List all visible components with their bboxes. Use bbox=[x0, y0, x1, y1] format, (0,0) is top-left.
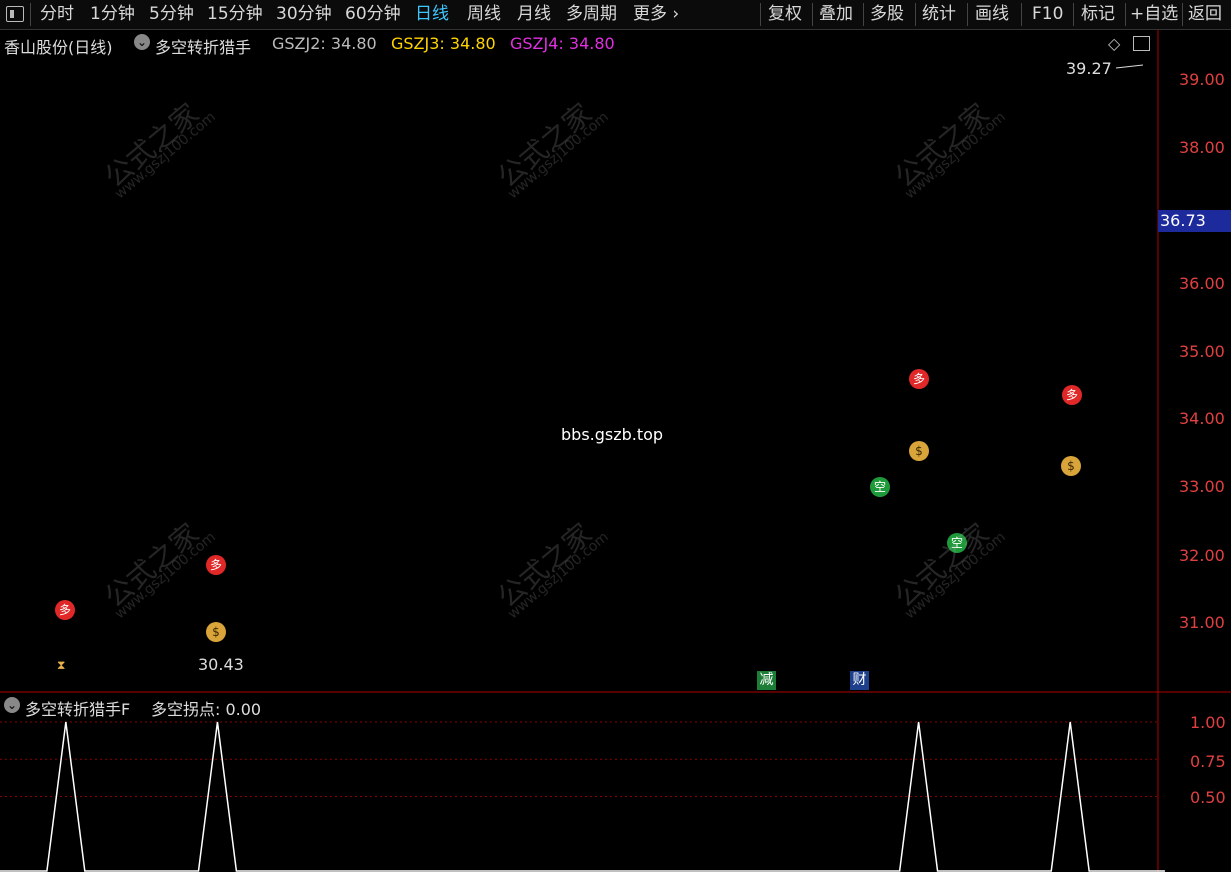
short-signal-marker: 空 bbox=[947, 533, 967, 553]
money-bag-icon: $ bbox=[909, 441, 929, 461]
mark-button[interactable]: 标记 bbox=[1081, 0, 1115, 29]
period-tab-60min[interactable]: 60分钟 bbox=[345, 0, 401, 29]
diamond-icon[interactable]: ◇ bbox=[1108, 34, 1120, 53]
price-label: 36.00 bbox=[1179, 274, 1225, 293]
stats-button[interactable]: 统计 bbox=[922, 0, 956, 29]
period-tab-5min[interactable]: 5分钟 bbox=[149, 0, 194, 29]
adjust-button[interactable]: 复权 bbox=[768, 0, 802, 29]
price-label: 34.00 bbox=[1179, 409, 1225, 428]
hourglass-icon: ⧗ bbox=[57, 658, 66, 672]
reduce-tag[interactable]: 减 bbox=[757, 671, 776, 690]
period-toolbar: 分时 1分钟 5分钟 15分钟 30分钟 60分钟 日线 周线 月线 多周期 更… bbox=[0, 0, 1231, 30]
gszj3-label: GSZJ3: 34.80 bbox=[391, 34, 496, 53]
sub-axis-label: 0.50 bbox=[1190, 788, 1226, 807]
stock-title: 香山股份(日线) bbox=[4, 38, 113, 57]
money-bag-icon: $ bbox=[1061, 456, 1081, 476]
price-label: 38.00 bbox=[1179, 138, 1225, 157]
gszj2-label: GSZJ2: 34.80 bbox=[272, 34, 377, 53]
overlay-button[interactable]: 叠加 bbox=[819, 0, 853, 29]
period-tab-multi[interactable]: 多周期 bbox=[566, 0, 617, 29]
high-price-note: 39.27 bbox=[1066, 59, 1112, 78]
back-button[interactable]: 返回 bbox=[1188, 0, 1222, 29]
sub-toggle-icon[interactable]: ⌄ bbox=[4, 697, 20, 713]
gszj4-label: GSZJ4: 34.80 bbox=[510, 34, 615, 53]
current-price-tag: 36.73 bbox=[1158, 210, 1231, 232]
add-watchlist-button[interactable]: +自选 bbox=[1130, 0, 1178, 29]
sub-indicator-name[interactable]: 多空转折猎手F bbox=[25, 696, 130, 720]
indicator-name[interactable]: 多空转折猎手 bbox=[155, 34, 251, 58]
long-signal-marker: 多 bbox=[206, 555, 226, 575]
indicator-toggle-icon[interactable]: ⌄ bbox=[134, 34, 150, 50]
period-tab-timeshare[interactable]: 分时 bbox=[40, 0, 74, 29]
period-tab-1min[interactable]: 1分钟 bbox=[90, 0, 135, 29]
period-tab-monthly[interactable]: 月线 bbox=[517, 0, 551, 29]
period-tab-daily[interactable]: 日线 bbox=[415, 0, 449, 29]
sub-axis-label: 0.75 bbox=[1190, 752, 1226, 771]
high-note-arrow bbox=[1115, 64, 1144, 69]
period-tab-weekly[interactable]: 周线 bbox=[467, 0, 501, 29]
low-price-note: 30.43 bbox=[198, 655, 244, 674]
price-label: 31.00 bbox=[1179, 613, 1225, 632]
main-chart[interactable] bbox=[0, 30, 1231, 693]
finance-tag[interactable]: 财 bbox=[850, 671, 869, 690]
more-menu[interactable]: 更多 › bbox=[633, 0, 679, 29]
price-label: 35.00 bbox=[1179, 342, 1225, 361]
f10-button[interactable]: F10 bbox=[1032, 0, 1063, 29]
menu-icon[interactable] bbox=[6, 6, 24, 22]
site-watermark-text: bbs.gszb.top bbox=[561, 425, 664, 444]
short-signal-marker: 空 bbox=[870, 477, 890, 497]
draw-button[interactable]: 画线 bbox=[975, 0, 1009, 29]
period-tab-15min[interactable]: 15分钟 bbox=[207, 0, 263, 29]
multi-stock-button[interactable]: 多股 bbox=[870, 0, 904, 29]
long-signal-marker: 多 bbox=[1062, 385, 1082, 405]
long-signal-marker: 多 bbox=[55, 600, 75, 620]
price-label: 33.00 bbox=[1179, 477, 1225, 496]
money-bag-icon: $ bbox=[206, 622, 226, 642]
panel-toggle-icon[interactable] bbox=[1133, 36, 1150, 51]
sub-indicator-value: 多空拐点: 0.00 bbox=[151, 700, 262, 719]
price-label: 32.00 bbox=[1179, 546, 1225, 565]
price-label: 39.00 bbox=[1179, 70, 1225, 89]
period-tab-30min[interactable]: 30分钟 bbox=[276, 0, 332, 29]
sub-axis-label: 1.00 bbox=[1190, 713, 1226, 732]
long-signal-marker: 多 bbox=[909, 369, 929, 389]
